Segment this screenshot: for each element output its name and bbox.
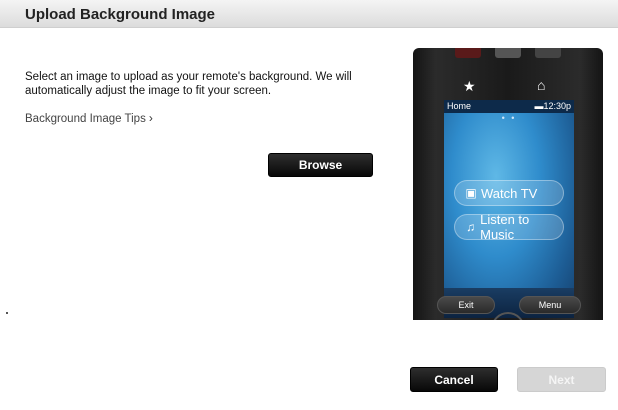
dialog-title: Upload Background Image — [25, 6, 216, 23]
activity-watch-tv: ▣ Watch TV — [454, 180, 564, 206]
activity-listen-to-music: ♫ Listen to Music — [454, 212, 564, 242]
browse-button[interactable]: Browse — [268, 153, 373, 177]
page-dots: • • — [501, 113, 517, 123]
activity-label: Listen to Music — [480, 212, 530, 242]
intro-text: Select an image to upload as your remote… — [25, 71, 352, 97]
remote-pause-button — [495, 48, 521, 58]
edge-mark — [6, 312, 8, 314]
cancel-button[interactable]: Cancel — [410, 367, 498, 392]
remote-preview: ★ ⌂ Home ▬12:30p • • ▣ Watch TV ♫ Listen… — [413, 48, 603, 320]
tips-link-label: Background Image Tips — [25, 113, 146, 125]
home-icon: ⌂ — [537, 77, 546, 93]
screen-time-label: ▬12:30p — [534, 101, 571, 111]
star-icon: ★ — [463, 78, 476, 94]
dialog-title-bar: Upload Background Image — [0, 0, 618, 28]
remote-top-buttons — [453, 48, 563, 60]
remote-top-right-button — [535, 48, 561, 58]
remote-power-button — [455, 48, 481, 58]
chevron-right-icon: › — [148, 111, 153, 125]
remote-menu-button: Menu — [519, 296, 581, 314]
tv-icon: ▣ — [465, 186, 477, 200]
remote-exit-button: Exit — [437, 296, 495, 314]
background-image-tips-link[interactable]: Background Image Tips › — [25, 111, 153, 125]
screen-home-label: Home — [447, 101, 472, 111]
screen-status-bar: Home ▬12:30p — [444, 100, 574, 113]
activity-label: Watch TV — [481, 185, 538, 201]
remote-screen: Home ▬12:30p • • ▣ Watch TV ♫ Listen to … — [444, 100, 574, 318]
music-note-icon: ♫ — [466, 220, 476, 234]
next-button[interactable]: Next — [517, 367, 606, 392]
